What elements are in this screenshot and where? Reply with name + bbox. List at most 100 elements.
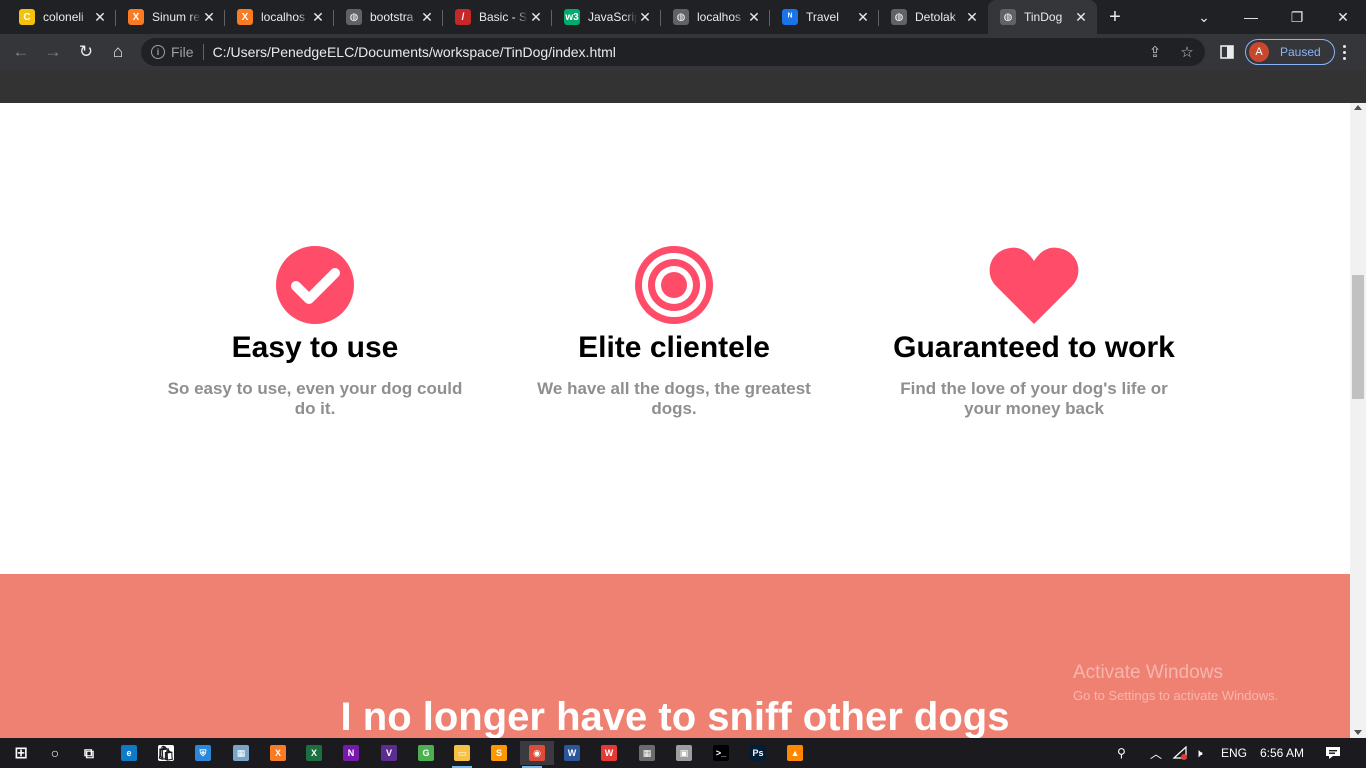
excel-taskbar-button[interactable]: X (302, 741, 326, 765)
search-taskbar-button[interactable]: ○ (43, 741, 67, 765)
reader-taskbar-button[interactable]: ▣ (672, 741, 696, 765)
tray-chevron-icon[interactable]: ︿ (1150, 738, 1162, 768)
photoshop-taskbar-button[interactable]: Ps (746, 741, 770, 765)
travel-icon: ᴺ (782, 9, 798, 25)
clock[interactable]: 6:56 AM (1260, 738, 1304, 768)
feature-title: Elite clientele (578, 331, 770, 364)
calculator-taskbar-button[interactable]: ▦ (635, 741, 659, 765)
tab-title: Detolak (915, 10, 956, 24)
browser-tab[interactable]: w3 JavaScrip ✕ (552, 0, 661, 34)
windows-taskbar: ⊞ ○ ⧉ e 🛍 ⛨ ▦ X X N V G ▭ S ◉ W W ▦ ▣ >_ Ps ▲ ⚲ ︿ 🕨 ENG 6:56 … (0, 738, 1366, 768)
close-tab-icon[interactable]: ✕ (310, 9, 326, 25)
file-explorer-taskbar-button[interactable]: ▭ (450, 741, 474, 768)
scroll-down-arrow[interactable] (1354, 730, 1362, 735)
close-window-button[interactable]: ✕ (1320, 0, 1366, 34)
wps-taskbar-button[interactable]: W (597, 741, 621, 765)
profile-button[interactable]: A Paused (1245, 39, 1335, 65)
new-tab-button[interactable]: + (1097, 0, 1133, 34)
onenote-icon: N (343, 745, 359, 761)
vs-taskbar-button[interactable]: V (377, 741, 401, 765)
minimize-button[interactable]: — (1228, 0, 1274, 34)
tab-strip: Ccoloneli ✕ X Sinum re ✕ Xlocalhos ✕ ◍ bootstra ✕… (0, 0, 1366, 34)
feature-elite-clientele: Elite clientele We have all the dogs, th… (494, 245, 854, 419)
heart-icon (989, 247, 1079, 324)
network-icon[interactable] (1172, 738, 1188, 768)
browser-tab[interactable]: X Sinum re ✕ (116, 0, 225, 34)
sublime-taskbar-button[interactable]: S (487, 741, 511, 765)
scroll-up-arrow[interactable] (1354, 105, 1362, 110)
language-indicator[interactable]: ENG (1221, 738, 1247, 768)
vlc-taskbar-button[interactable]: ▲ (783, 741, 807, 765)
windows-start-taskbar-button[interactable]: ⊞ (9, 741, 33, 765)
close-tab-icon[interactable]: ✕ (201, 9, 217, 25)
task-view-taskbar-button[interactable]: ⧉ (77, 741, 101, 765)
word-icon: W (564, 745, 580, 761)
cmd-taskbar-button[interactable]: >_ (709, 741, 733, 765)
browser-tab[interactable]: ◍ bootstra ✕ (334, 0, 443, 34)
address-bar[interactable]: i File C:/Users/PenedgeELC/Documents/wor… (141, 38, 1205, 66)
browser-tab[interactable]: ◍ localhos ✕ (661, 0, 770, 34)
volume-icon[interactable]: 🕨 (1195, 738, 1203, 768)
profile-status: Paused (1280, 45, 1321, 59)
page-viewport: Easy to use So easy to use, even your do… (0, 70, 1366, 738)
edge-icon: e (121, 745, 137, 761)
forward-button[interactable]: → (40, 39, 66, 65)
tab-title: Travel (806, 10, 839, 24)
more-menu-icon[interactable] (1336, 39, 1352, 65)
close-tab-icon[interactable]: ✕ (1073, 9, 1089, 25)
tab-title: JavaScrip (588, 10, 637, 24)
xampp-taskbar-button[interactable]: X (266, 741, 290, 765)
scroll-thumb[interactable] (1352, 275, 1364, 399)
task-view-icon: ⧉ (84, 744, 94, 761)
restore-button[interactable]: ❐ (1274, 0, 1320, 34)
basic-icon: / (455, 9, 471, 25)
bookmark-star-icon[interactable]: ☆ (1177, 42, 1197, 62)
store-taskbar-button[interactable]: 🛍 (154, 741, 178, 765)
globe-icon: ◍ (673, 9, 689, 25)
greenshot-taskbar-button[interactable]: G (414, 741, 438, 765)
photos-taskbar-button[interactable]: ▦ (229, 741, 253, 765)
defender-icon: ⛨ (195, 745, 211, 761)
xampp-icon: X (128, 9, 144, 25)
tab-title: coloneli (43, 10, 84, 24)
chrome-taskbar-button[interactable]: ◉ (520, 741, 554, 768)
notifications-icon[interactable] (1325, 738, 1341, 768)
feature-text: So easy to use, even your dog could do i… (167, 379, 463, 418)
xampp-icon: X (237, 9, 253, 25)
watermark-title: Activate Windows (1073, 662, 1223, 683)
edge-taskbar-button[interactable]: e (117, 741, 141, 765)
search-icon: ○ (50, 745, 60, 761)
people-icon[interactable]: ⚲ (1117, 738, 1126, 768)
browser-tab[interactable]: Xlocalhos ✕ (225, 0, 334, 34)
tab-search-icon[interactable]: ⌄ (1181, 0, 1227, 34)
home-button[interactable]: ⌂ (105, 39, 131, 65)
browser-tab[interactable]: ◍ Detolak ✕ (879, 0, 988, 34)
close-tab-icon[interactable]: ✕ (855, 9, 871, 25)
browser-tab[interactable]: / Basic - S ✕ (443, 0, 552, 34)
browser-tab[interactable]: ᴺ Travel ✕ (770, 0, 879, 34)
reload-button[interactable]: ↻ (73, 39, 99, 65)
browser-tab[interactable]: Ccoloneli ✕ (7, 0, 116, 34)
defender-taskbar-button[interactable]: ⛨ (191, 741, 215, 765)
windows-start-icon: ⊞ (14, 745, 28, 762)
browser-toolbar: ← → ↻ ⌂ i File C:/Users/PenedgeELC/Docum… (0, 34, 1366, 70)
share-icon[interactable]: ⇪ (1145, 42, 1165, 62)
back-button[interactable]: ← (8, 39, 34, 65)
close-tab-icon[interactable]: ✕ (637, 9, 653, 25)
browser-tab[interactable]: ◍ TinDog ✕ (988, 0, 1097, 34)
close-tab-icon[interactable]: ✕ (964, 9, 980, 25)
word-taskbar-button[interactable]: W (560, 741, 584, 765)
close-tab-icon[interactable]: ✕ (746, 9, 762, 25)
onenote-taskbar-button[interactable]: N (339, 741, 363, 765)
w3schools-icon: w3 (564, 9, 580, 25)
feature-guaranteed: Guaranteed to work Find the love of your… (854, 245, 1214, 419)
url-text[interactable]: C:/Users/PenedgeELC/Documents/workspace/… (213, 44, 616, 60)
page-scrollbar[interactable] (1350, 103, 1366, 738)
close-tab-icon[interactable]: ✕ (419, 9, 435, 25)
reader-icon: ▣ (676, 745, 692, 761)
site-info-icon[interactable]: i (151, 45, 165, 59)
tab-title: TinDog (1024, 10, 1063, 24)
side-panel-icon[interactable] (1214, 39, 1240, 65)
close-tab-icon[interactable]: ✕ (528, 9, 544, 25)
close-tab-icon[interactable]: ✕ (92, 9, 108, 25)
